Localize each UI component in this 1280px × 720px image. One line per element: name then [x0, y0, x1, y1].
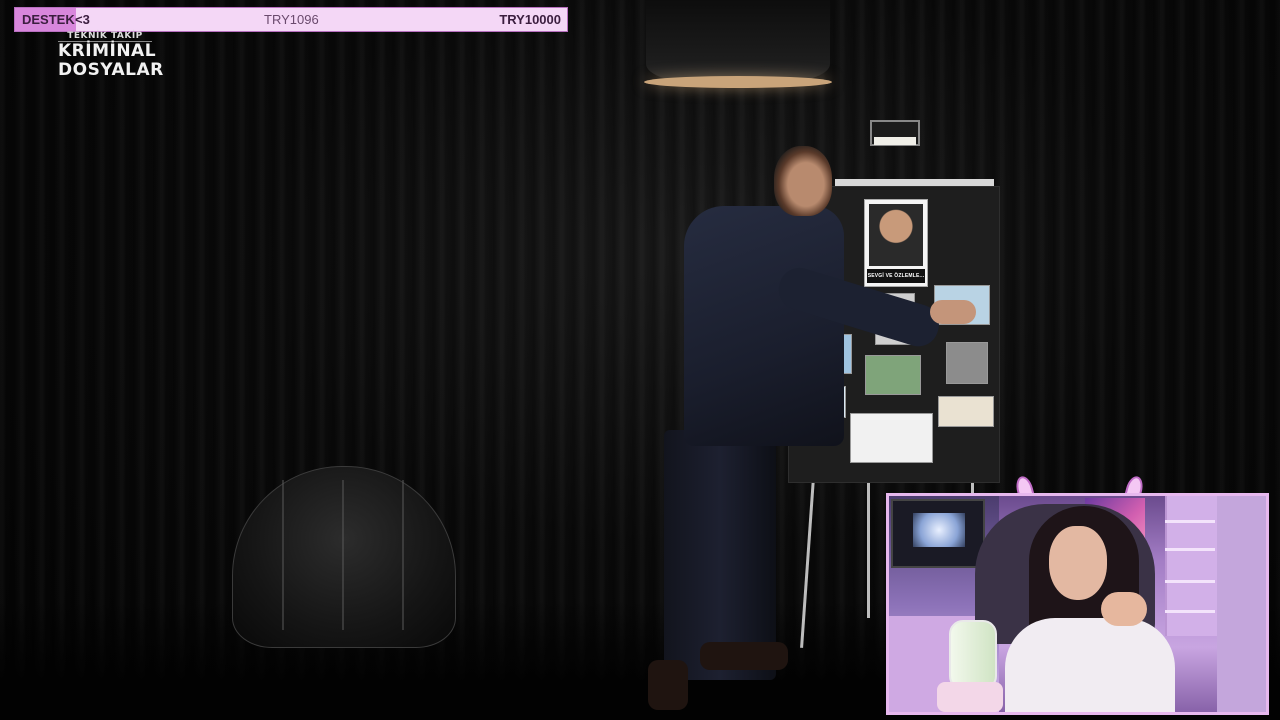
goal-label: DESTEK: [22, 12, 75, 27]
streamer-shirt: [1005, 618, 1175, 712]
logo-line-2: KRİMİNAL: [58, 41, 157, 61]
lamp-light-rim: [644, 76, 832, 88]
streamer-hand: [1101, 592, 1147, 626]
goal-current-amount: TRY1096: [264, 12, 319, 27]
news-clipping: [946, 342, 988, 384]
chair-stitching: [282, 480, 284, 630]
portrait-caption: SEVGİ VE ÖZLEMLE...: [867, 269, 925, 283]
easel-leg-middle: [867, 478, 870, 618]
goal-heart: <3: [75, 12, 90, 27]
webcam-door: [1217, 496, 1266, 712]
donation-goal-bar: DESTEK <3 TRY1096 TRY10000: [14, 7, 568, 32]
show-logo: TEKNİK TAKİP KRİMİNAL DOSYALAR: [58, 31, 164, 80]
news-clipping: [938, 396, 994, 427]
shelf-board: [1165, 580, 1215, 583]
portrait-photo: [869, 204, 923, 266]
presenter-shoe: [648, 660, 688, 710]
presenter-torso: [684, 206, 844, 446]
shelf-board: [1165, 520, 1215, 523]
webcam-overlay: [886, 493, 1269, 715]
goal-target-amount: TRY10000: [499, 12, 561, 27]
victim-portrait: SEVGİ VE ÖZLEMLE...: [864, 199, 928, 287]
logo-line-3: DOSYALAR: [58, 60, 164, 80]
shelf-board: [1165, 610, 1215, 613]
chair-stitching: [402, 480, 404, 630]
spotlight-glow: [874, 137, 916, 145]
pendant-lamp: [646, 0, 830, 84]
streamer-face: [1049, 526, 1107, 600]
presenter-shoe: [700, 642, 788, 670]
news-clipping: [865, 355, 921, 395]
shelf-board: [1165, 548, 1215, 551]
microphone: [949, 620, 997, 690]
presenter-hand: [930, 300, 976, 324]
news-clipping: [850, 413, 933, 463]
microphone-base: [937, 682, 1003, 712]
webcam-monitor: [891, 499, 985, 568]
chair-stitching: [342, 480, 344, 630]
webcam-shelf: [1165, 496, 1217, 636]
presenter-head: [774, 146, 832, 216]
